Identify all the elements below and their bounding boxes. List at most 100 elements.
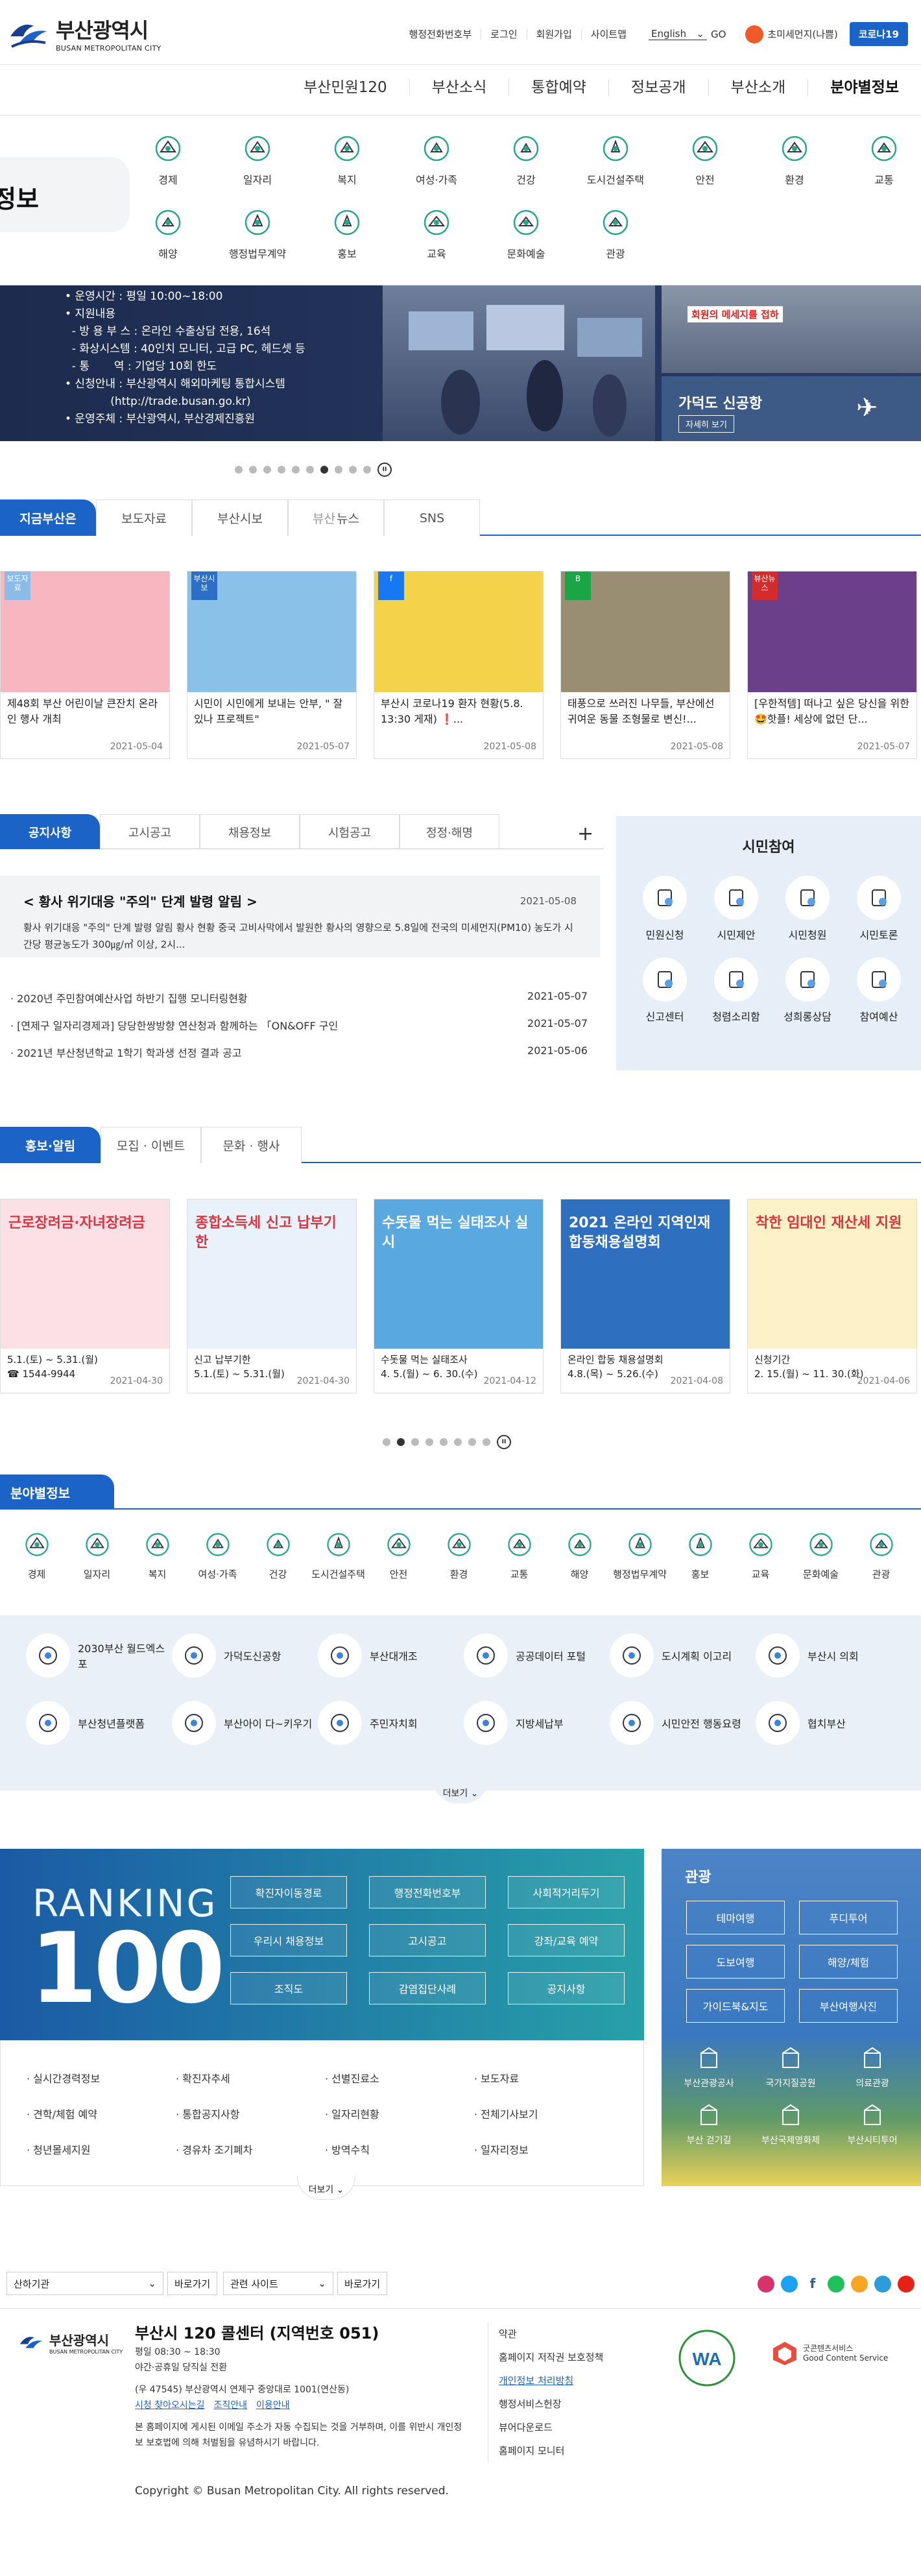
slider-dot[interactable]	[349, 466, 357, 474]
related-site-go-button[interactable]: 바로가기	[337, 2272, 388, 2295]
related-site-item[interactable]: 협치부산	[756, 1701, 902, 1745]
related-site-item[interactable]: 주민자치회	[318, 1701, 464, 1745]
facebook-icon[interactable]: f	[804, 2276, 821, 2293]
related-site-item[interactable]: 지방세납부	[464, 1701, 610, 1745]
ranking-list-item[interactable]: 보도자료	[474, 2070, 519, 2086]
ranking-list-item[interactable]: 방역수칙	[325, 2141, 370, 2157]
related-site-select[interactable]: 관련 사이트 ⌄	[223, 2272, 333, 2295]
ranking-list-item[interactable]: 실시간경력정보	[27, 2070, 100, 2086]
citizen-item[interactable]: 청렴소리함	[700, 957, 772, 1024]
air-quality-status[interactable]: 초미세먼지(나쁨)	[745, 25, 838, 43]
tab-recruit[interactable]: 채용정보	[200, 814, 300, 849]
tour-link[interactable]: 국가지질공원	[750, 2047, 831, 2089]
ranking-list-item[interactable]: 견학/체험 예약	[27, 2106, 97, 2121]
field-menu-item[interactable]: 교육	[392, 206, 481, 261]
tour-button[interactable]: 부산여행사진	[799, 1989, 898, 2023]
featured-notice[interactable]: < 황사 위기대응 "주의" 단계 발령 알림 > 2021-05-08 황사 …	[0, 876, 600, 957]
field-menu-item[interactable]: 홍보	[302, 206, 392, 261]
field-menu-item[interactable]: 도시건설주택	[571, 132, 660, 187]
field-item[interactable]: 환경	[429, 1530, 489, 1581]
related-site-item[interactable]: 부산시 의회	[756, 1633, 902, 1678]
ranking-button[interactable]: 공지사항	[508, 1972, 625, 2004]
nav-item-civil[interactable]: 부산민원120	[281, 79, 409, 96]
slider-dot-active[interactable]	[320, 466, 328, 474]
footer-link-monitor[interactable]: 홈페이지 모니터	[499, 2439, 637, 2462]
tour-link[interactable]: 의료관광	[831, 2047, 913, 2089]
tour-link[interactable]: 부산관광공사	[668, 2047, 750, 2089]
news-card[interactable]: B 태풍으로 쓰러진 나무들, 부산에선 귀여운 동물 조형물로 변신!... 20…	[560, 571, 730, 759]
ranking-button[interactable]: 사회적거리두기	[508, 1876, 625, 1908]
tab-busan-now[interactable]: 지금부산은	[0, 500, 96, 536]
promo-card[interactable]: 종합소득세 신고 납부기한 신고 납부기한 5.1.(토) ~ 5.31.(월) 2…	[187, 1199, 357, 1393]
field-item[interactable]: 홍보	[670, 1530, 730, 1581]
ranking-button[interactable]: 고시공고	[369, 1924, 486, 1956]
citizen-item[interactable]: 성희롱상담	[772, 957, 843, 1024]
promo-dot-active[interactable]	[397, 1438, 405, 1446]
tab-press[interactable]: 보도자료	[96, 500, 192, 536]
pause-icon[interactable]: II	[497, 1435, 511, 1449]
news-card[interactable]: 보도자료 제48회 부산 어린이날 큰잔치 온라인 행사 개최 2021-05-04	[0, 571, 170, 759]
main-slider[interactable]: • 운영시간 : 평일 10:00~18:00 • 지원내용 - 방 용 부 스 …	[0, 285, 921, 441]
slider-dot[interactable]	[292, 466, 300, 474]
tour-link[interactable]: 부산 걷기길	[668, 2104, 750, 2147]
field-menu-item[interactable]: 환경	[750, 132, 839, 187]
tab-notice[interactable]: 공지사항	[0, 814, 100, 849]
link-guide[interactable]: 이용안내	[256, 2400, 290, 2411]
plus-icon[interactable]: +	[577, 823, 593, 845]
util-link-login[interactable]: 로그인	[481, 29, 526, 40]
tour-button[interactable]: 가이드북&지도	[686, 1989, 785, 2023]
news-card[interactable]: 부산시보 시민이 시민에게 보내는 안부, " 잘 있나 프로젝트" 2021-05…	[187, 571, 357, 759]
twitter-icon[interactable]	[781, 2276, 798, 2293]
tour-button[interactable]: 푸디투어	[799, 1901, 898, 1934]
ranking-more-button[interactable]: 더보기 ⌄	[297, 2176, 355, 2200]
ranking-button[interactable]: 강좌/교육 예약	[508, 1924, 625, 1956]
related-site-item[interactable]: 부산아이 다~키우기	[172, 1701, 318, 1745]
ranking-button[interactable]: 확진자이동경로	[230, 1876, 347, 1908]
field-item[interactable]: 건강	[248, 1530, 308, 1581]
ranking-button[interactable]: 행정전화번호부	[369, 1876, 486, 1908]
promo-dot[interactable]	[425, 1438, 433, 1446]
citizen-item[interactable]: 참여예산	[843, 957, 915, 1024]
util-link-signup[interactable]: 회원가입	[526, 29, 581, 40]
field-menu-item[interactable]: 복지	[302, 132, 392, 187]
story-icon[interactable]	[851, 2276, 868, 2293]
promo-dot[interactable]	[454, 1438, 462, 1446]
footer-link-charter[interactable]: 행정서비스헌장	[499, 2392, 637, 2416]
related-site-item[interactable]: 2030부산 월드엑스포	[26, 1633, 172, 1678]
slider-dot[interactable]	[249, 466, 257, 474]
field-menu-item[interactable]: 해양	[123, 206, 213, 261]
footer-link-copyright[interactable]: 홈페이지 저작권 보호정책	[499, 2346, 637, 2369]
tour-link[interactable]: 부산국제영화제	[750, 2104, 831, 2147]
citizen-item[interactable]: 시민청원	[772, 876, 843, 942]
promo-card[interactable]: 수돗물 먹는 실태조사 실시 수돗물 먹는 실태조사 4. 5.(월) ~ 6. …	[374, 1199, 544, 1393]
slider-dot[interactable]	[363, 466, 371, 474]
field-menu-item[interactable]: 일자리	[213, 132, 302, 187]
ranking-button[interactable]: 감염집단사례	[369, 1972, 486, 2004]
tab-news[interactable]: 뷰산 뉴스	[288, 500, 384, 536]
field-item[interactable]: 일자리	[67, 1530, 127, 1581]
slider-dot[interactable]	[235, 466, 243, 474]
field-menu-item[interactable]: 경제	[123, 132, 213, 187]
field-menu-item[interactable]: 문화예술	[481, 206, 571, 261]
field-menu-item[interactable]: 관광	[571, 206, 660, 261]
slider-dot[interactable]	[335, 466, 342, 474]
field-item[interactable]: 교육	[730, 1530, 791, 1581]
gadeokdo-banner[interactable]: 가덕도 신공항 자세히 보기 ✈	[662, 376, 921, 441]
field-item[interactable]: 안전	[368, 1530, 429, 1581]
slide-side-banner[interactable]: 회원의 메세지를 접하	[662, 285, 921, 373]
related-site-item[interactable]: 부산대개조	[318, 1633, 464, 1678]
covid19-button[interactable]: 코로나19	[849, 22, 908, 46]
ranking-list-item[interactable]: 확진자추세	[176, 2070, 230, 2086]
kakao-icon[interactable]	[874, 2276, 891, 2293]
footer-link-terms[interactable]: 약관	[499, 2322, 637, 2346]
ranking-list-item[interactable]: 통합공지사항	[176, 2106, 239, 2121]
affiliate-select[interactable]: 산하기관 ⌄	[6, 2272, 163, 2295]
nav-item-info[interactable]: 정보공개	[608, 79, 708, 96]
tab-exam[interactable]: 시험공고	[300, 814, 400, 849]
field-item[interactable]: 복지	[127, 1530, 187, 1581]
blog-icon[interactable]	[828, 2276, 844, 2293]
ranking-list-item[interactable]: 청년몰세지원	[27, 2141, 90, 2157]
nav-item-field[interactable]: 분야별정보	[807, 79, 921, 96]
field-item[interactable]: 도시건설주택	[308, 1530, 368, 1581]
field-item[interactable]: 행정법무계약	[610, 1530, 670, 1581]
